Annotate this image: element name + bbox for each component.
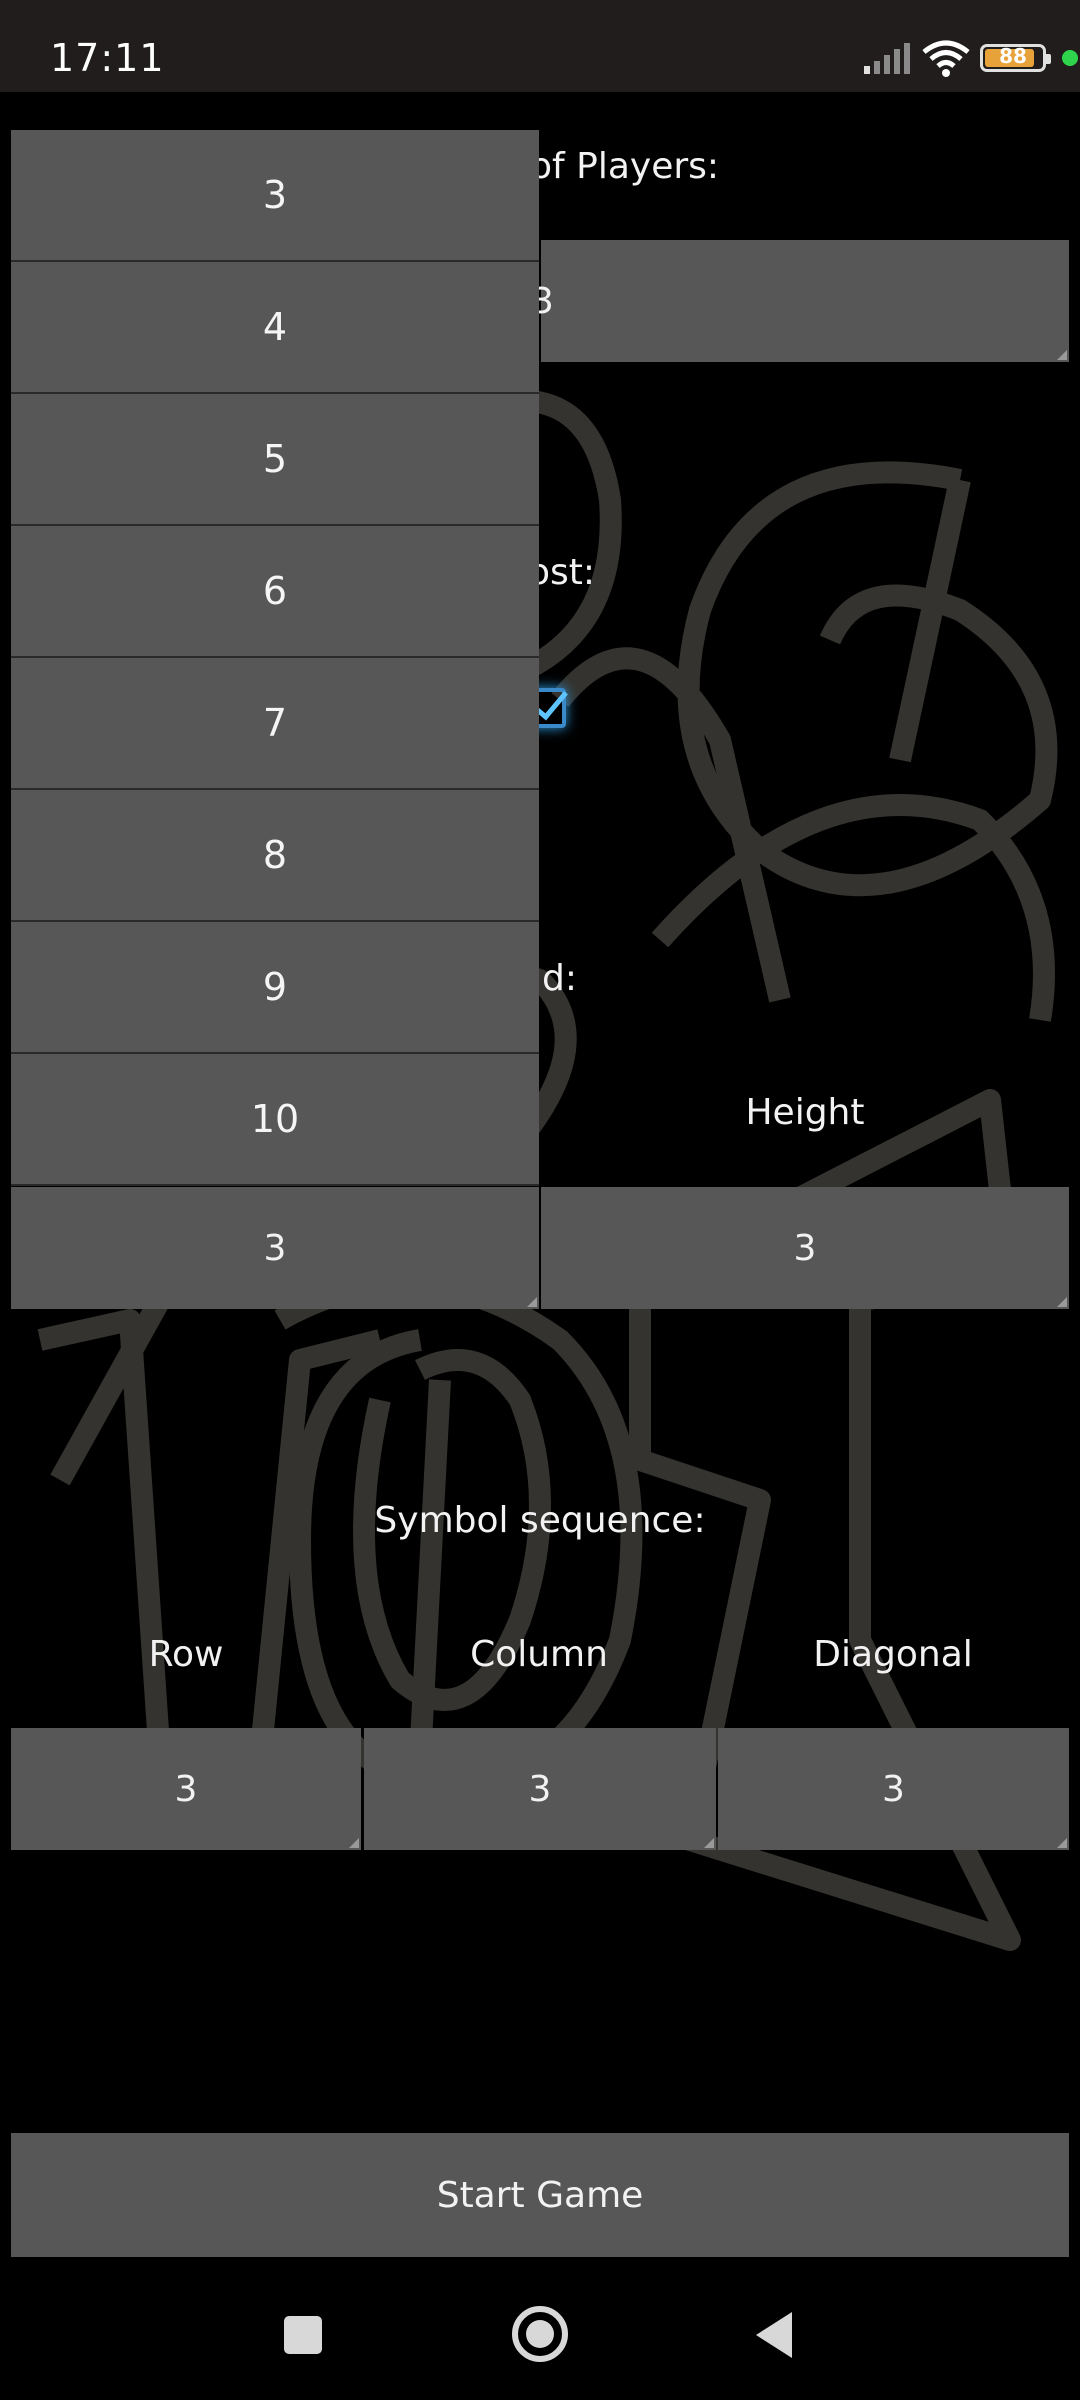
diagonal-label: Diagonal <box>813 1634 973 1675</box>
status-time: 17:11 <box>50 36 165 80</box>
home-button-icon[interactable] <box>512 2306 568 2362</box>
row-label: Row <box>148 1634 224 1675</box>
battery-cap <box>1046 54 1051 64</box>
row-select[interactable]: 3 <box>11 1728 361 1850</box>
diagonal-select[interactable]: 3 <box>718 1728 1069 1850</box>
row-arrow-icon <box>349 1838 359 1848</box>
dropdown-option[interactable]: 3 <box>11 130 539 262</box>
battery-level-text: 88 <box>999 44 1027 68</box>
players-select[interactable]: 3 <box>531 240 1069 362</box>
dropdown-option[interactable]: 5 <box>11 394 539 526</box>
dropdown-option[interactable]: 8 <box>11 790 539 922</box>
grid-height-select[interactable]: 3 <box>541 1187 1069 1309</box>
players-label: of Players: <box>530 146 720 187</box>
row-value: 3 <box>174 1768 198 1810</box>
signal-icon <box>864 43 910 74</box>
grid-height-label: Height <box>745 1092 865 1133</box>
dropdown-option[interactable]: 7 <box>11 658 539 790</box>
dropdown-option[interactable]: 10 <box>11 1054 539 1186</box>
column-value: 3 <box>528 1768 552 1810</box>
diagonal-value: 3 <box>882 1768 905 1810</box>
grid-height-value: 3 <box>793 1227 817 1269</box>
symbol-sequence-label: Symbol sequence: <box>374 1500 706 1541</box>
grid-width-value: 3 <box>263 1227 287 1269</box>
column-arrow-icon <box>704 1838 714 1848</box>
grid-height-arrow-icon <box>1057 1297 1067 1307</box>
dropdown-option[interactable]: 6 <box>11 526 539 658</box>
grid-width-arrow-icon <box>527 1297 537 1307</box>
wifi-icon <box>922 40 970 77</box>
column-label: Column <box>470 1634 608 1675</box>
grid-width-dropdown-list: 3 4 5 6 7 8 9 10 <box>11 130 539 1186</box>
column-select[interactable]: 3 <box>364 1728 716 1850</box>
status-bar: 17:11 88 <box>0 0 1080 92</box>
home-button-inner <box>526 2320 554 2348</box>
battery-icon: 88 <box>980 44 1051 72</box>
privacy-indicator-dot-icon <box>1062 50 1078 66</box>
diagonal-arrow-icon <box>1057 1838 1067 1848</box>
back-button-icon[interactable] <box>756 2312 792 2358</box>
dropdown-option[interactable]: 4 <box>11 262 539 394</box>
grid-width-select[interactable]: 3 <box>11 1187 539 1309</box>
dropdown-option[interactable]: 9 <box>11 922 539 1054</box>
start-game-button[interactable]: Start Game <box>11 2133 1069 2257</box>
players-select-arrow-icon <box>1057 350 1067 360</box>
recents-button-icon[interactable] <box>284 2316 322 2354</box>
